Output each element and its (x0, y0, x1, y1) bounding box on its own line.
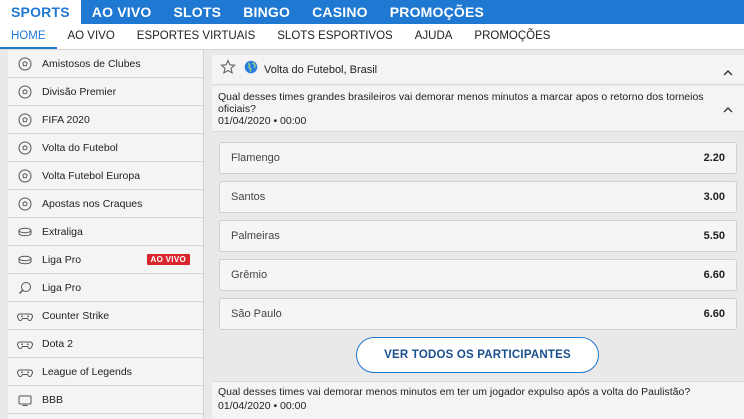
sidebar-item-fifa-2020[interactable]: FIFA 2020 (8, 106, 203, 134)
soccer-ball-icon (17, 84, 33, 100)
soccer-ball-icon (17, 112, 33, 128)
sidebar-item-label: Volta Futebol Europa (42, 169, 141, 182)
selection-name: Palmeiras (231, 230, 280, 242)
tab-sports[interactable]: SPORTS (0, 0, 81, 24)
subnav-ao-vivo[interactable]: AO VIVO (57, 24, 126, 49)
sidebar-item-league-of-legends[interactable]: League of Legends (8, 358, 203, 386)
selection-name: São Paulo (231, 308, 282, 320)
sidebar-item-label: Counter Strike (42, 309, 110, 322)
star-icon[interactable] (220, 59, 236, 80)
market-date: 01/04/2020 • 00:00 (218, 400, 307, 412)
event-panel: Volta do Futebol, Brasil Qual desses tim… (212, 55, 744, 419)
esports-icon (17, 336, 33, 352)
selection-button[interactable]: Grêmio 6.60 (219, 259, 737, 291)
puck-icon (17, 252, 33, 268)
subnav-esportes-virtuais[interactable]: ESPORTES VIRTUAIS (126, 24, 266, 49)
sidebar-item-label: Extraliga (42, 225, 83, 238)
globe-icon (244, 60, 258, 79)
sidebar-item-label: Apostas nos Craques (42, 197, 143, 210)
live-badge: AO VIVO (146, 254, 190, 265)
soccer-ball-icon (17, 196, 33, 212)
see-all-participants-button[interactable]: VER TODOS OS PARTICIPANTES (356, 337, 599, 373)
sidebar-item-bbb[interactable]: BBB (8, 386, 203, 414)
tab-bingo[interactable]: BINGO (232, 0, 301, 24)
sidebar-item-amistosos-de-clubes[interactable]: Amistosos de Clubes (8, 50, 203, 78)
esports-icon (17, 364, 33, 380)
sidebar-item-liga-pro-tenis-de-mesa[interactable]: Liga Pro (8, 274, 203, 302)
tv-icon (17, 392, 33, 408)
sidebar-item-volta-do-futebol[interactable]: Volta do Futebol (8, 134, 203, 162)
tab-slots[interactable]: SLOTS (163, 0, 233, 24)
sidebar-item-label: Liga Pro (42, 281, 82, 294)
sidebar-item-label: Volta do Futebol (42, 141, 118, 154)
sidebar-item-counter-strike[interactable]: Counter Strike (8, 302, 203, 330)
market-header[interactable]: Qual desses times grandes brasileiros va… (212, 86, 744, 132)
selection-name: Grêmio (231, 269, 268, 281)
subnav-slots-esportivos[interactable]: SLOTS ESPORTIVOS (266, 24, 403, 49)
sub-nav: HOME AO VIVO ESPORTES VIRTUAIS SLOTS ESP… (0, 24, 744, 50)
sidebar-item-label: BBB (42, 393, 64, 406)
selection-name: Santos (231, 191, 266, 203)
sidebar-item-extraliga[interactable]: Extraliga (8, 218, 203, 246)
puck-icon (17, 224, 33, 240)
selection-odds: 3.00 (703, 191, 725, 203)
sidebar-item-divisao-premier[interactable]: Divisão Premier (8, 78, 203, 106)
market-header[interactable]: Qual desses times vai demorar menos minu… (212, 381, 744, 419)
selection-odds: 2.20 (703, 152, 725, 164)
sidebar-item-volta-futebol-europa[interactable]: Volta Futebol Europa (8, 162, 203, 190)
subnav-home[interactable]: HOME (0, 24, 57, 49)
tab-casino[interactable]: CASINO (301, 0, 379, 24)
sidebar-item-apostas-nos-craques[interactable]: Apostas nos Craques (8, 190, 203, 218)
sidebar-item-label: League of Legends (42, 365, 132, 378)
selection-button[interactable]: Palmeiras 5.50 (219, 220, 737, 252)
market-question: Qual desses times vai demorar menos minu… (218, 386, 691, 398)
subnav-ajuda[interactable]: AJUDA (404, 24, 464, 49)
ping-pong-icon (17, 280, 33, 296)
selection-name: Flamengo (231, 152, 280, 164)
market-question: Qual desses times grandes brasileiros va… (218, 91, 704, 115)
sports-sidebar: Amistosos de Clubes Divisão Premier FIFA… (8, 50, 204, 419)
market-date: 01/04/2020 • 00:00 (218, 115, 307, 127)
selection-odds: 5.50 (703, 230, 725, 242)
tab-ao-vivo[interactable]: AO VIVO (81, 0, 163, 24)
chevron-up-icon[interactable] (722, 102, 734, 113)
sidebar-item-label: FIFA 2020 (42, 113, 90, 126)
sidebar-item-label: Divisão Premier (42, 85, 117, 98)
sidebar-item-dota-2[interactable]: Dota 2 (8, 330, 203, 358)
event-header[interactable]: Volta do Futebol, Brasil (212, 55, 744, 85)
selection-button[interactable]: Santos 3.00 (219, 181, 737, 213)
selection-odds: 6.60 (703, 308, 725, 320)
subnav-promocoes[interactable]: PROMOÇÕES (463, 24, 561, 49)
esports-icon (17, 308, 33, 324)
top-nav: SPORTS AO VIVO SLOTS BINGO CASINO PROMOÇ… (0, 0, 744, 24)
sidebar-item-liga-pro-hockey[interactable]: Liga Pro AO VIVO (8, 246, 203, 274)
event-title: Volta do Futebol, Brasil (264, 63, 378, 76)
selection-button[interactable]: Flamengo 2.20 (219, 142, 737, 174)
sidebar-item-label: Dota 2 (42, 337, 73, 350)
tab-promocoes[interactable]: PROMOÇÕES (379, 0, 495, 24)
selection-button[interactable]: São Paulo 6.60 (219, 298, 737, 330)
selection-odds: 6.60 (703, 269, 725, 281)
sidebar-item-label: Liga Pro (42, 253, 82, 266)
sidebar-item-label: Amistosos de Clubes (42, 57, 141, 70)
chevron-up-icon[interactable] (722, 65, 734, 75)
soccer-ball-icon (17, 140, 33, 156)
soccer-ball-icon (17, 56, 33, 72)
soccer-ball-icon (17, 168, 33, 184)
